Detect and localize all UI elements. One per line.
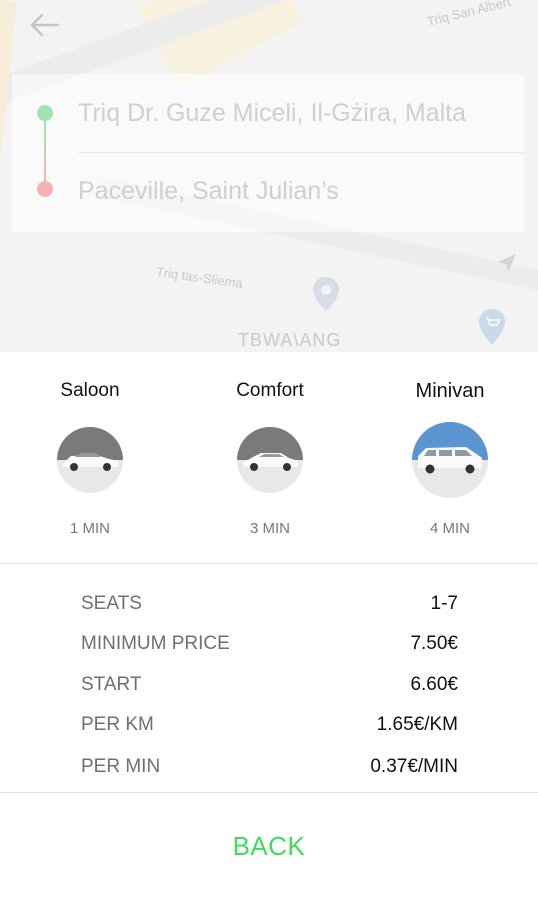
street-label: Triq San Albert xyxy=(425,0,513,30)
arrow-left-icon[interactable] xyxy=(28,12,62,38)
car-icon xyxy=(412,422,488,498)
detail-label: PER KM xyxy=(81,714,154,735)
origin-address: Triq Dr. Guze Miceli, Il-Gżira, Malta xyxy=(78,98,467,127)
street-label: Triq tas-Sliema xyxy=(155,264,244,291)
vehicle-eta: 3 MIN xyxy=(249,520,290,537)
detail-row-start: START 6.60€ xyxy=(81,665,458,705)
detail-label: MINIMUM PRICE xyxy=(81,633,230,654)
route-card: Triq Dr. Guze Miceli, Il-Gżira, Malta Pa… xyxy=(12,74,524,232)
vehicle-option-minivan[interactable]: Minivan 4 MIN xyxy=(360,352,538,563)
destination-address: Paceville, Saint Julian’s xyxy=(78,176,339,205)
place-label: TBWA\ANG xyxy=(238,330,342,350)
vehicle-option-saloon[interactable]: Saloon 1 MIN xyxy=(0,352,180,563)
origin-field[interactable]: Triq Dr. Guze Miceli, Il-Gżira, Malta xyxy=(12,74,524,152)
detail-value: 6.60€ xyxy=(410,674,458,695)
vehicle-name: Comfort xyxy=(236,380,304,401)
detail-label: PER MIN xyxy=(81,756,161,777)
navigation-arrow-icon xyxy=(498,254,516,272)
detail-row-seats: SEATS 1-7 xyxy=(81,584,458,624)
vehicle-eta: 4 MIN xyxy=(429,520,470,537)
detail-row-per-km: PER KM 1.65€/KM xyxy=(81,705,458,745)
detail-value: 1.65€/KM xyxy=(376,714,458,735)
car-icon xyxy=(57,427,123,493)
vehicle-name: Minivan xyxy=(415,380,485,402)
car-icon xyxy=(237,427,303,493)
fare-details: SEATS 1-7 MINIMUM PRICE 7.50€ START 6.60… xyxy=(0,564,538,792)
map-view[interactable]: Triq San Albert Triq tas-Sliema TBWA\ANG… xyxy=(0,0,538,352)
destination-field[interactable]: Paceville, Saint Julian’s xyxy=(12,152,524,230)
back-button[interactable]: BACK xyxy=(0,793,538,900)
detail-value: 0.37€/MIN xyxy=(370,756,458,777)
detail-value: 1-7 xyxy=(430,593,458,614)
detail-row-per-min: PER MIN 0.37€/MIN xyxy=(81,747,458,787)
vehicle-name: Saloon xyxy=(60,380,120,401)
vehicle-selector: Saloon 1 MIN Comfort 3 MIN Minivan 4 MIN xyxy=(0,352,538,563)
vehicle-eta: 1 MIN xyxy=(69,520,110,537)
detail-label: SEATS xyxy=(81,593,142,614)
detail-label: START xyxy=(81,674,142,695)
vehicle-option-comfort[interactable]: Comfort 3 MIN xyxy=(180,352,360,563)
shopping-cart-pin-icon xyxy=(479,309,505,345)
detail-value: 7.50€ xyxy=(410,633,458,654)
map-pin-icon xyxy=(313,277,339,311)
detail-row-minimum-price: MINIMUM PRICE 7.50€ xyxy=(81,624,458,664)
